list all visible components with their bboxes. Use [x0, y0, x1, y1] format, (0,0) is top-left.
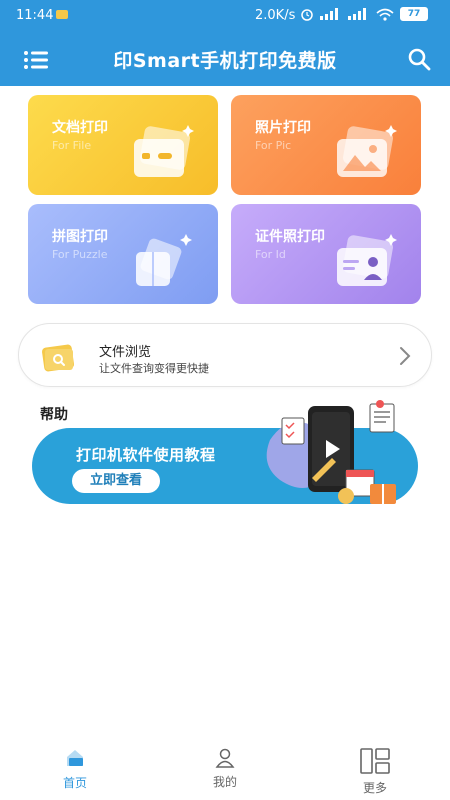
grid-icon — [360, 748, 390, 774]
wifi-icon — [376, 8, 394, 21]
bottom-navigation: 首页 我的 更多 — [0, 740, 450, 800]
app-title: 印Smart手机打印免费版 — [113, 50, 337, 72]
document-icon — [134, 125, 194, 177]
network-speed: 2.0K/s — [255, 8, 296, 23]
id-card-icon — [337, 234, 397, 286]
help-section-title: 帮助 — [40, 407, 68, 423]
card-title: 照片打印 — [255, 120, 311, 136]
card-document-print[interactable]: 文档打印 For File — [28, 95, 218, 195]
signal-icon-2 — [348, 8, 366, 20]
home-icon — [67, 750, 83, 766]
card-title: 证件照打印 — [255, 229, 325, 245]
video-tutorial-illustration — [266, 400, 396, 504]
card-photo-print[interactable]: 照片打印 For Pic — [231, 95, 421, 195]
photo-icon — [337, 125, 397, 177]
status-icons: 77 — [300, 7, 428, 21]
alarm-icon — [301, 9, 313, 21]
search-icon[interactable] — [406, 46, 432, 72]
view-now-button[interactable]: 立即查看 — [72, 469, 160, 493]
card-subtitle: For Pic — [255, 139, 292, 152]
tutorial-banner[interactable]: 打印机软件使用教程 立即查看 — [32, 400, 418, 504]
file-browse-button[interactable]: 文件浏览 让文件查询变得更快捷 — [18, 323, 432, 387]
browse-subtitle: 让文件查询变得更快捷 — [99, 362, 209, 375]
nav-mine[interactable]: 我的 — [185, 740, 265, 800]
nav-mine-label: 我的 — [212, 775, 237, 789]
status-bar: 11:44 2.0K/s 77 — [0, 0, 450, 32]
browse-title: 文件浏览 — [99, 345, 152, 360]
nav-more-label: 更多 — [362, 781, 387, 795]
app-bar: 印Smart手机打印免费版 — [0, 36, 450, 82]
banner-text: 打印机软件使用教程 — [76, 446, 216, 464]
card-subtitle: For Puzzle — [52, 248, 108, 261]
nav-more[interactable]: 更多 — [335, 740, 415, 800]
signal-icon — [320, 8, 338, 20]
card-id-photo-print[interactable]: 证件照打印 For Id — [231, 204, 421, 304]
user-icon — [215, 748, 235, 768]
card-subtitle: For File — [52, 139, 92, 152]
nav-home-label: 首页 — [62, 776, 87, 790]
puzzle-icon — [136, 234, 192, 286]
card-subtitle: For Id — [255, 248, 286, 261]
status-time: 11:44 — [16, 8, 54, 23]
card-title: 拼图打印 — [52, 229, 108, 245]
nav-home[interactable]: 首页 — [35, 740, 115, 800]
folder-search-icon — [41, 344, 75, 372]
card-puzzle-print[interactable]: 拼图打印 For Puzzle — [28, 204, 218, 304]
card-title: 文档打印 — [52, 120, 108, 136]
app-header: 11:44 2.0K/s 77 印Smart手机打印免费版 — [0, 0, 450, 86]
chevron-right-icon — [400, 347, 411, 365]
battery-icon: 77 — [400, 7, 428, 21]
message-icon — [56, 10, 68, 19]
